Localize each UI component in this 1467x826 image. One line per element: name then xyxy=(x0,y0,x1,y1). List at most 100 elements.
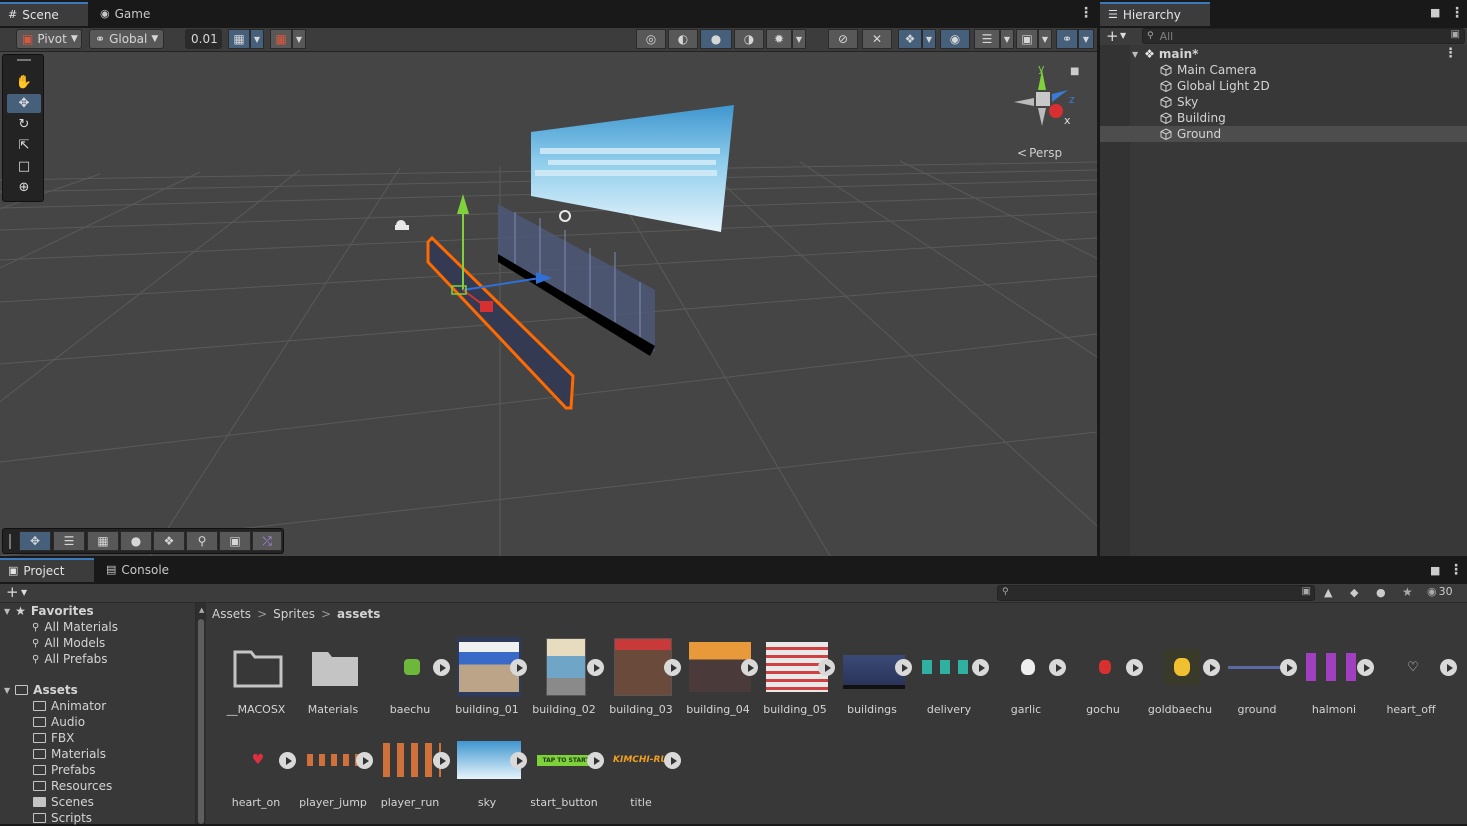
asset-item[interactable]: building_03 xyxy=(603,637,681,727)
chevron-down-icon[interactable]: ▼ xyxy=(250,29,264,49)
tree-folder[interactable]: FBX xyxy=(33,730,74,746)
asset-item[interactable]: building_05 xyxy=(757,637,835,727)
hierarchy-item-global-light[interactable]: Global Light 2D xyxy=(1100,78,1467,94)
lock-icon[interactable]: ■ xyxy=(1430,564,1440,577)
expand-sprites-icon[interactable] xyxy=(1280,659,1297,676)
chevron-down-icon[interactable]: ▼ xyxy=(922,29,936,49)
tree-folder[interactable]: Scenes xyxy=(33,794,94,810)
grid-visibility-icon[interactable]: ▦ xyxy=(270,29,292,49)
chevron-down-icon[interactable]: ▼ xyxy=(1120,31,1126,40)
pivot-dropdown[interactable]: ▣ Pivot ▼ xyxy=(16,29,82,49)
move-tool-icon[interactable]: ✥ xyxy=(7,94,41,113)
breadcrumb-sprites[interactable]: Sprites xyxy=(273,607,315,621)
tree-favorite-item[interactable]: ⚲ All Prefabs xyxy=(32,651,108,667)
drag-handle-icon[interactable] xyxy=(17,59,31,61)
asset-item[interactable]: building_04 xyxy=(680,637,758,727)
expand-sprites-icon[interactable] xyxy=(1440,659,1457,676)
magnifier-icon[interactable]: ⚲ xyxy=(186,531,218,551)
filter-type-icon[interactable]: ▲ xyxy=(1324,586,1332,599)
visible-count[interactable]: ◉ 30 xyxy=(1427,585,1453,598)
tab-project[interactable]: ▣ Project xyxy=(0,558,94,582)
expand-sprites-icon[interactable] xyxy=(587,659,604,676)
navmesh-icon[interactable]: ❖ xyxy=(153,531,185,551)
project-search-input[interactable]: ⚲ ▣ xyxy=(997,585,1315,601)
chevron-up-icon[interactable]: ▲ xyxy=(199,606,204,614)
hierarchy-item-main-camera[interactable]: Main Camera xyxy=(1100,62,1467,78)
tree-folder[interactable]: Prefabs xyxy=(33,762,96,778)
asset-item[interactable]: player_jump xyxy=(295,730,373,820)
asset-item[interactable]: player_run xyxy=(372,730,450,820)
expand-sprites-icon[interactable] xyxy=(741,659,758,676)
chevron-down-icon[interactable]: ▼ xyxy=(1038,29,1052,49)
expand-sprites-icon[interactable] xyxy=(818,659,835,676)
expand-sprites-icon[interactable] xyxy=(972,659,989,676)
orientation-gizmo[interactable]: y z x xyxy=(1008,62,1078,134)
global-dropdown[interactable]: ⚭ Global ▼ xyxy=(89,29,164,49)
rect-tool-icon[interactable]: □ xyxy=(7,157,41,176)
asset-item[interactable]: buildings xyxy=(834,637,912,727)
tree-folder[interactable]: Audio xyxy=(33,714,85,730)
expand-sprites-icon[interactable] xyxy=(433,752,450,769)
shaded-wireframe-icon[interactable]: ◐ xyxy=(668,29,698,49)
hierarchy-item-ground[interactable]: Ground xyxy=(1100,126,1467,142)
expand-sprites-icon[interactable] xyxy=(433,659,450,676)
asset-item[interactable]: halmoni xyxy=(1296,637,1374,727)
asset-item[interactable]: baechu xyxy=(372,637,450,727)
tree-scrollbar[interactable]: ▲ xyxy=(196,603,206,824)
expand-sprites-icon[interactable] xyxy=(664,752,681,769)
hierarchy-scene-row[interactable]: ▼ ❖ main* ⋮ xyxy=(1100,46,1467,62)
expand-sprites-icon[interactable] xyxy=(510,752,527,769)
expand-sprites-icon[interactable] xyxy=(1126,659,1143,676)
chevron-down-icon[interactable]: ▼ xyxy=(792,29,806,49)
scene-menu-icon[interactable]: ⋮ xyxy=(1444,46,1457,61)
tab-console[interactable]: ▤ Console xyxy=(98,558,178,582)
drag-handle-icon[interactable] xyxy=(9,534,11,549)
expand-sprites-icon[interactable] xyxy=(1357,659,1374,676)
asset-item[interactable]: TAP TO START start_button xyxy=(526,730,604,820)
scene-menu-icon[interactable]: ⋮ xyxy=(1079,5,1093,21)
sphere-icon[interactable]: ● xyxy=(120,531,152,551)
align-icon[interactable]: ☰ xyxy=(53,531,85,551)
asset-item[interactable]: KIMCHI-RU title xyxy=(603,730,681,820)
asset-item[interactable]: Materials xyxy=(295,637,371,727)
tab-hierarchy[interactable]: ☰ Hierarchy xyxy=(1100,2,1210,26)
expand-sprites-icon[interactable] xyxy=(587,752,604,769)
asset-item[interactable]: ground xyxy=(1219,637,1297,727)
expand-sprites-icon[interactable] xyxy=(279,752,296,769)
snap-grid-icon[interactable]: ▦ xyxy=(87,531,119,551)
scene-viewport[interactable]: ✋ ✥ ↻ ⇱ □ ⊕ y z x ■ < Persp ✥ ☰ ▦ ● ❖ ⚲ ▣… xyxy=(0,52,1097,556)
tree-favorite-item[interactable]: ⚲ All Materials xyxy=(32,619,118,635)
transform-tool-icon[interactable]: ⊕ xyxy=(7,178,41,197)
lock-icon[interactable]: ■ xyxy=(1070,66,1079,77)
tree-assets[interactable]: ▼ Assets xyxy=(4,682,78,698)
camera-icon[interactable]: ▣ xyxy=(1016,29,1038,49)
tree-favorite-item[interactable]: ⚲ All Models xyxy=(32,635,105,651)
hierarchy-menu-icon[interactable]: ⋮ xyxy=(1450,5,1464,21)
asset-item[interactable]: ♡ heart_off xyxy=(1373,637,1457,727)
search-options-icon[interactable]: ▣ xyxy=(1302,586,1311,597)
unlit-icon[interactable]: ◑ xyxy=(734,29,764,49)
asset-item[interactable]: gochu xyxy=(1065,637,1143,727)
move-overlay-icon[interactable]: ✥ xyxy=(19,531,51,551)
hierarchy-item-building[interactable]: Building xyxy=(1100,110,1467,126)
warning-icon[interactable]: ● xyxy=(1376,586,1386,599)
asset-item[interactable]: building_01 xyxy=(449,637,527,727)
render-icon[interactable]: ▣ xyxy=(219,531,251,551)
filter-label-icon[interactable]: ◆ xyxy=(1350,586,1358,599)
wireframe-shading-icon[interactable]: ◎ xyxy=(636,29,666,49)
visibility-eye-icon[interactable]: ◉ xyxy=(940,29,970,49)
tree-favorites[interactable]: ▼ ★ Favorites xyxy=(4,603,94,619)
chevron-down-icon[interactable]: ▼ xyxy=(1078,29,1094,49)
tree-folder[interactable]: Resources xyxy=(33,778,112,794)
star-icon[interactable]: ★ xyxy=(1402,585,1413,599)
snap-increment-field[interactable]: 0.01 xyxy=(185,29,222,49)
debug-draw-icon[interactable]: ✹ xyxy=(766,29,792,49)
search-options-icon[interactable]: ▣ xyxy=(1451,29,1460,40)
asset-item[interactable]: delivery xyxy=(911,637,989,727)
hand-tool-icon[interactable]: ✋ xyxy=(7,73,41,92)
expand-sprites-icon[interactable] xyxy=(510,659,527,676)
tree-folder[interactable]: Animator xyxy=(33,698,106,714)
tab-game[interactable]: ◉ Game xyxy=(92,2,162,26)
expand-sprites-icon[interactable] xyxy=(895,659,912,676)
project-menu-icon[interactable]: ⋮ xyxy=(1449,562,1463,578)
